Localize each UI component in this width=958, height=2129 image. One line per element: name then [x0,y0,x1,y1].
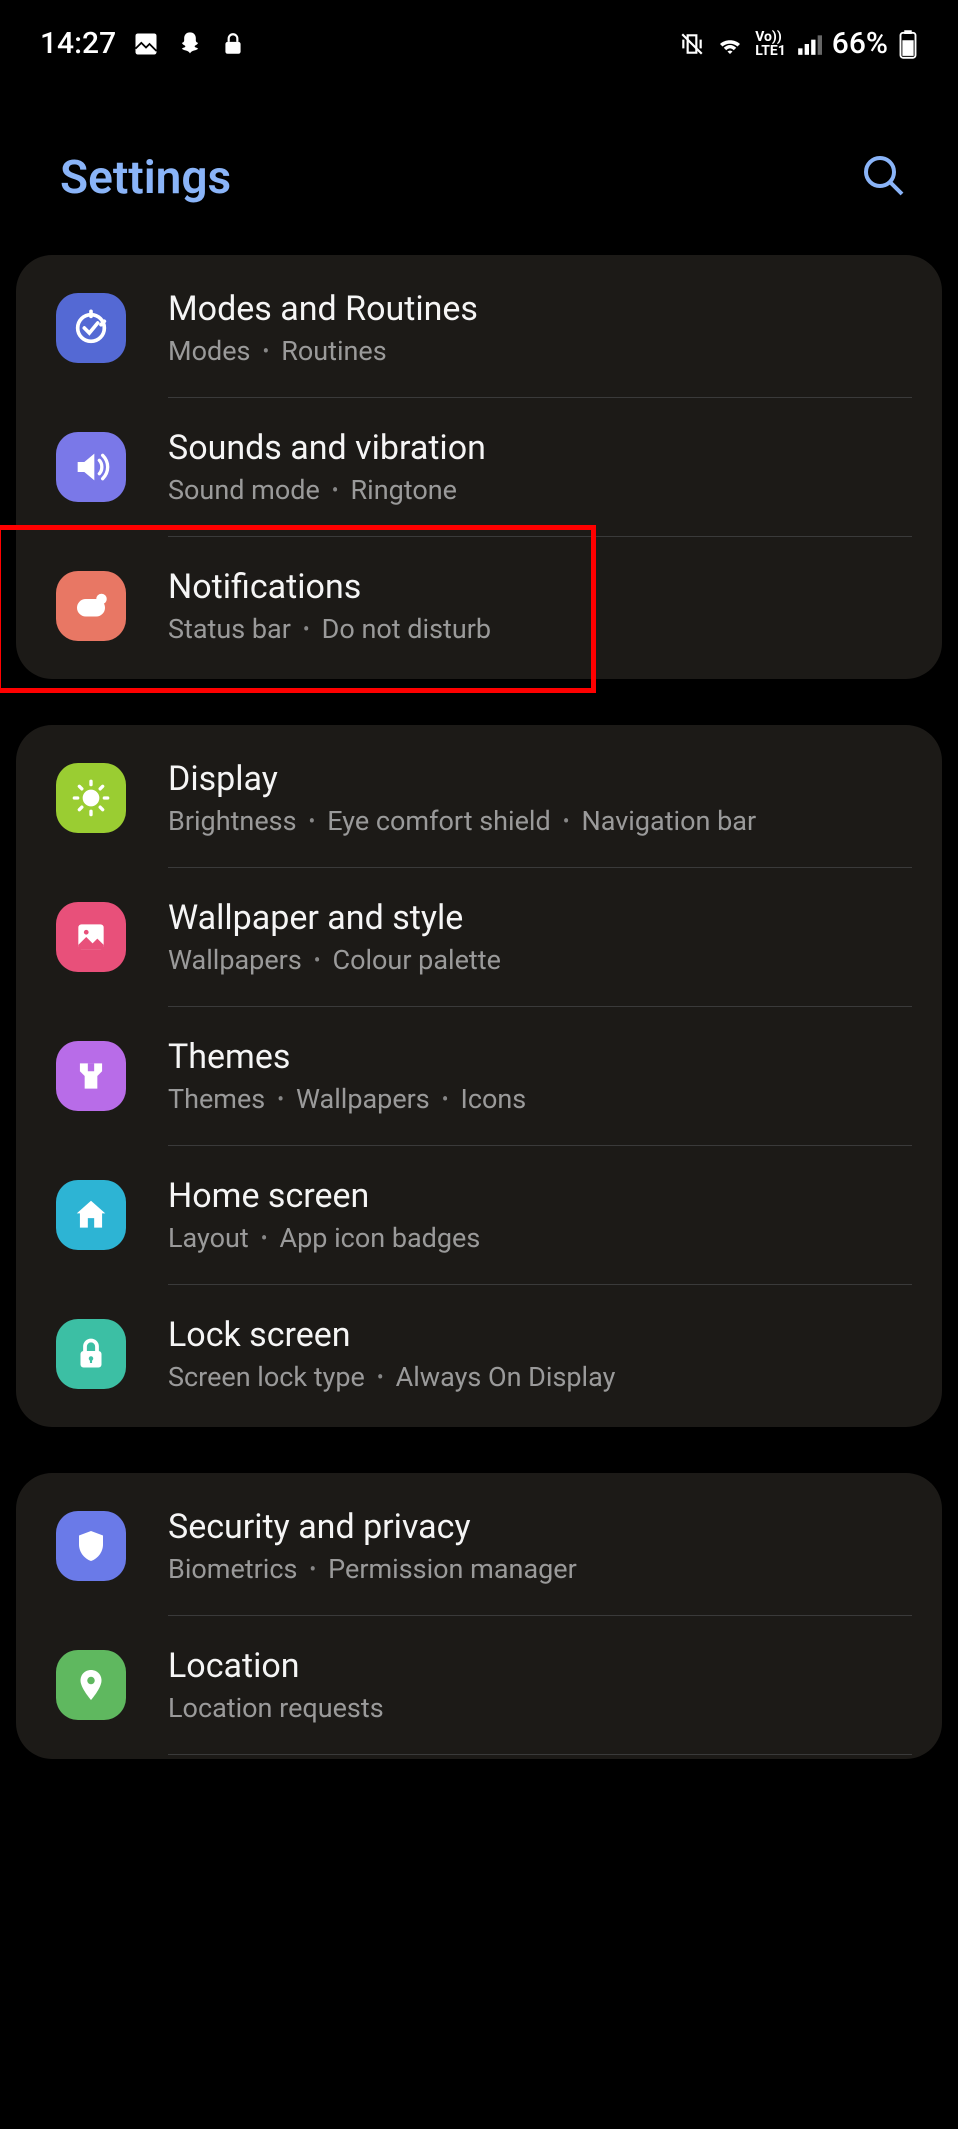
sounds-icon [56,432,126,502]
gallery-icon [132,30,160,58]
settings-item-sounds[interactable]: Sounds and vibration Sound mode•Ringtone [16,398,942,536]
item-title: Location [168,1646,912,1686]
status-left: 14:27 [40,26,246,61]
item-title: Sounds and vibration [168,428,912,468]
item-subtitle: Screen lock type•Always On Display [168,1361,912,1393]
item-subtitle: Brightness•Eye comfort shield•Navigation… [168,805,912,837]
lock-screen-icon [56,1319,126,1389]
settings-section-1: Modes and Routines Modes•Routines Sounds… [16,255,942,679]
vibrate-icon [679,31,705,57]
item-title: Lock screen [168,1315,912,1355]
item-subtitle: Wallpapers•Colour palette [168,944,912,976]
item-subtitle: Location requests [168,1692,912,1724]
item-title: Notifications [168,567,912,607]
item-text: Notifications Status bar•Do not disturb [168,567,912,645]
item-subtitle: Layout•App icon badges [168,1222,912,1254]
item-text: Wallpaper and style Wallpapers•Colour pa… [168,898,912,976]
item-text: Sounds and vibration Sound mode•Ringtone [168,428,912,506]
notifications-icon [56,571,126,641]
settings-item-notifications[interactable]: Notifications Status bar•Do not disturb [16,537,942,675]
wallpaper-icon [56,902,126,972]
status-time: 14:27 [40,26,116,61]
home-icon [56,1180,126,1250]
battery-percent: 66% [832,26,888,61]
item-text: Modes and Routines Modes•Routines [168,289,912,367]
item-text: Display Brightness•Eye comfort shield•Na… [168,759,912,837]
modes-icon [56,293,126,363]
settings-section-2: Display Brightness•Eye comfort shield•Na… [16,725,942,1427]
settings-item-modes[interactable]: Modes and Routines Modes•Routines [16,259,942,397]
item-text: Themes Themes•Wallpapers•Icons [168,1037,912,1115]
display-icon [56,763,126,833]
settings-item-display[interactable]: Display Brightness•Eye comfort shield•Na… [16,729,942,867]
settings-item-lock[interactable]: Lock screen Screen lock type•Always On D… [16,1285,942,1423]
page-title: Settings [60,151,231,205]
signal-icon [796,31,822,57]
volte-icon: Vo))LTE1 [755,30,786,58]
item-title: Display [168,759,912,799]
item-text: Lock screen Screen lock type•Always On D… [168,1315,912,1393]
item-text: Security and privacy Biometrics•Permissi… [168,1507,912,1585]
item-title: Security and privacy [168,1507,912,1547]
item-subtitle: Status bar•Do not disturb [168,613,912,645]
item-subtitle: Sound mode•Ringtone [168,474,912,506]
snapchat-icon [176,30,204,58]
item-subtitle: Modes•Routines [168,335,912,367]
item-subtitle: Themes•Wallpapers•Icons [168,1083,912,1115]
divider [168,1754,912,1755]
settings-item-security[interactable]: Security and privacy Biometrics•Permissi… [16,1477,942,1615]
settings-item-wallpaper[interactable]: Wallpaper and style Wallpapers•Colour pa… [16,868,942,1006]
search-button[interactable] [860,152,908,204]
status-right: Vo))LTE1 66% [679,26,918,61]
battery-icon [898,29,918,59]
settings-item-home[interactable]: Home screen Layout•App icon badges [16,1146,942,1284]
item-subtitle: Biometrics•Permission manager [168,1553,912,1585]
lock-icon [220,31,246,57]
settings-item-location[interactable]: Location Location requests [16,1616,942,1754]
security-icon [56,1511,126,1581]
item-text: Location Location requests [168,1646,912,1724]
item-title: Themes [168,1037,912,1077]
item-title: Home screen [168,1176,912,1216]
item-title: Wallpaper and style [168,898,912,938]
wifi-icon [715,31,745,57]
settings-item-themes[interactable]: Themes Themes•Wallpapers•Icons [16,1007,942,1145]
item-text: Home screen Layout•App icon badges [168,1176,912,1254]
settings-section-3: Security and privacy Biometrics•Permissi… [16,1473,942,1759]
settings-header: Settings [0,71,958,255]
status-bar: 14:27 Vo))LTE1 66% [0,0,958,71]
location-icon [56,1650,126,1720]
item-title: Modes and Routines [168,289,912,329]
themes-icon [56,1041,126,1111]
